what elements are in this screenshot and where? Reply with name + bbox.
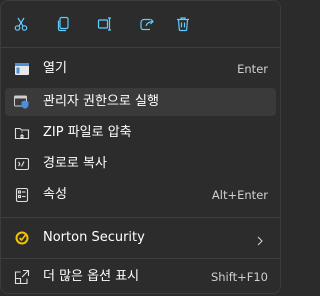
- menu-item-label: 열기: [43, 61, 67, 76]
- divider: [1, 217, 280, 218]
- divider: [1, 47, 280, 48]
- menu-item-label: Norton Security: [43, 230, 145, 245]
- context-menu: 열기 Enter 관리자 권한으로 실행 ZIP 파일로 압축 경로로 복사 속…: [0, 0, 281, 294]
- context-toolbar: [1, 1, 280, 47]
- menu-item-shortcut: Enter: [237, 62, 268, 76]
- menu-item-shortcut: Alt+Enter: [211, 188, 268, 202]
- chevron-right-icon: [254, 232, 266, 246]
- copy-path-icon: [14, 156, 30, 172]
- rename-icon: [97, 16, 113, 32]
- copy-button[interactable]: [49, 10, 77, 38]
- scissors-icon: [13, 16, 29, 32]
- share-icon: [139, 16, 155, 32]
- share-button[interactable]: [133, 10, 161, 38]
- menu-item-norton-security[interactable]: Norton Security: [5, 224, 276, 252]
- properties-icon: [14, 187, 30, 203]
- menu-item-shortcut: Shift+F10: [210, 270, 268, 284]
- menu-item-copy-as-path[interactable]: 경로로 복사: [5, 150, 276, 178]
- menu-item-label: 속성: [43, 187, 67, 202]
- menu-item-label: 관리자 권한으로 실행: [43, 94, 159, 109]
- shield-admin-icon: [14, 94, 30, 110]
- menu-item-label: 더 많은 옵션 표시: [43, 269, 140, 284]
- menu-item-compress-zip[interactable]: ZIP 파일로 압축: [5, 119, 276, 147]
- menu-item-label: ZIP 파일로 압축: [43, 125, 132, 140]
- copy-icon: [55, 16, 71, 32]
- divider: [1, 258, 280, 259]
- menu-item-show-more-options[interactable]: 더 많은 옵션 표시 Shift+F10: [5, 263, 276, 291]
- zip-folder-icon: [14, 125, 30, 141]
- menu-item-run-as-admin[interactable]: 관리자 권한으로 실행: [5, 88, 276, 116]
- cut-button[interactable]: [7, 10, 35, 38]
- delete-button[interactable]: [169, 10, 197, 38]
- menu-item-open[interactable]: 열기 Enter: [5, 55, 276, 83]
- menu-item-label: 경로로 복사: [43, 156, 107, 171]
- norton-icon: [14, 230, 30, 246]
- menu-item-properties[interactable]: 속성 Alt+Enter: [5, 181, 276, 209]
- rename-button[interactable]: [91, 10, 119, 38]
- more-options-icon: [14, 269, 30, 285]
- trash-icon: [175, 16, 191, 32]
- open-app-icon: [14, 61, 30, 77]
